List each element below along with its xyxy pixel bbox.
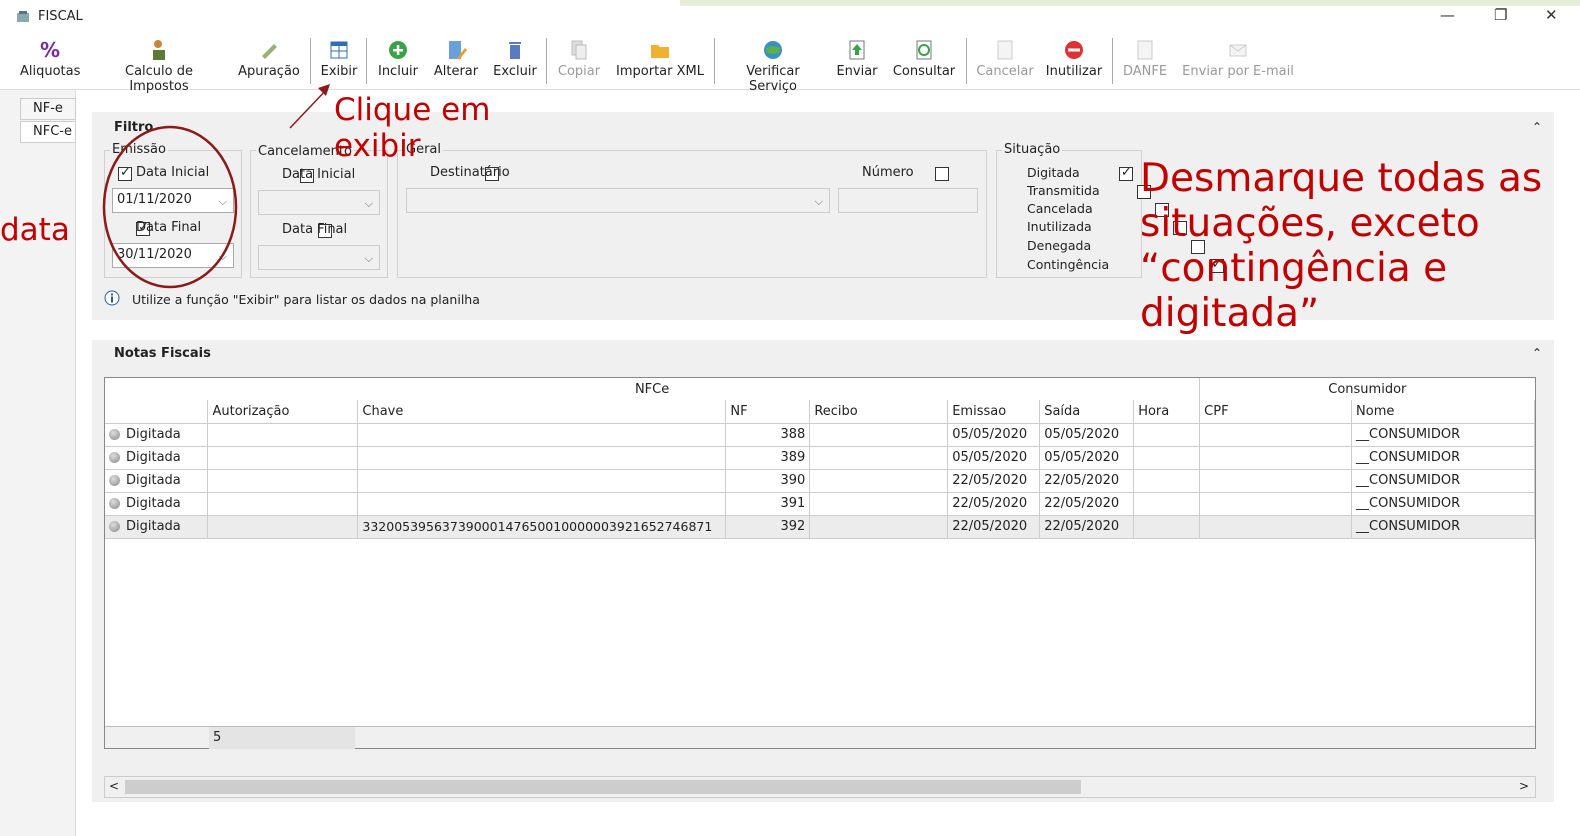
annotation-arrow (289, 87, 329, 129)
annotation-arrowhead (318, 84, 330, 96)
annotation-overlay (102, 84, 330, 289)
annotation-clique-exibir: Clique em exibir (334, 92, 491, 164)
annotation-circle (102, 125, 238, 289)
annotation-desmarque: Desmarque todas as situações, exceto “co… (1140, 156, 1543, 336)
annotation-data: data (0, 212, 70, 248)
